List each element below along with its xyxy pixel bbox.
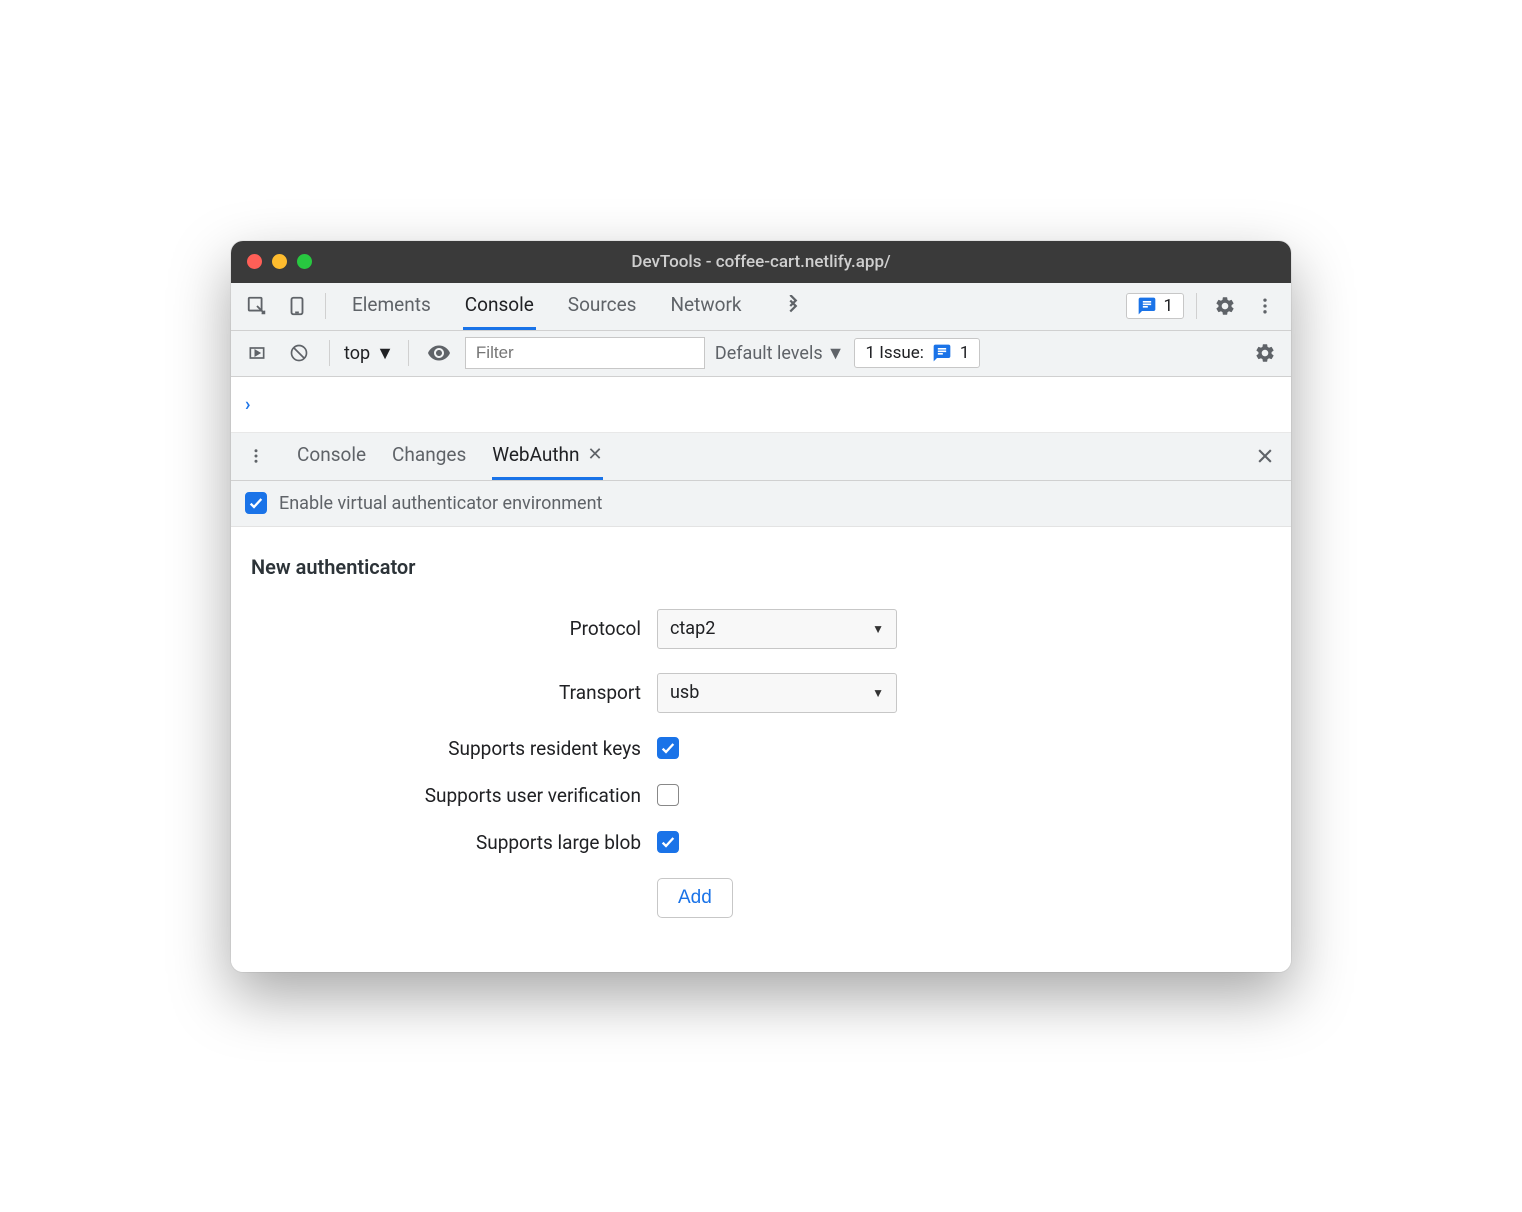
console-settings-icon[interactable]	[1249, 337, 1281, 369]
chevron-down-icon: ▼	[827, 343, 845, 364]
chat-icon	[932, 343, 952, 363]
user-verification-label: Supports user verification	[251, 784, 641, 807]
resident-keys-label: Supports resident keys	[251, 737, 641, 760]
main-toolbar: Elements Console Sources Network 1	[231, 283, 1291, 331]
large-blob-row: Supports large blob	[251, 831, 1271, 854]
separator	[408, 340, 409, 366]
chat-icon	[1137, 296, 1157, 316]
device-toolbar-icon[interactable]	[281, 290, 313, 322]
chevron-down-icon: ▼	[872, 686, 884, 700]
add-button[interactable]: Add	[657, 878, 733, 918]
traffic-lights	[247, 254, 312, 269]
panel-title: New authenticator	[251, 555, 1271, 579]
transport-select[interactable]: usb ▼	[657, 673, 897, 713]
transport-value: usb	[670, 682, 699, 703]
drawer-tab-webauthn[interactable]: WebAuthn ✕	[492, 433, 602, 480]
maximize-window-button[interactable]	[297, 254, 312, 269]
issues-badge[interactable]: 1	[1126, 293, 1184, 319]
drawer-tab-console[interactable]: Console	[297, 433, 366, 480]
large-blob-checkbox[interactable]	[657, 831, 679, 853]
protocol-select[interactable]: ctap2 ▼	[657, 609, 897, 649]
tab-elements[interactable]: Elements	[350, 283, 433, 330]
console-toolbar: top ▼ Default levels ▼ 1 Issue: 1	[231, 331, 1291, 377]
protocol-label: Protocol	[251, 617, 641, 640]
drawer-tabs: Console Changes WebAuthn ✕	[231, 433, 1291, 481]
main-tabs: Elements Console Sources Network	[338, 283, 1118, 330]
context-selector[interactable]: top ▼	[344, 343, 394, 364]
log-levels-selector[interactable]: Default levels ▼	[715, 343, 845, 364]
separator	[1196, 293, 1197, 319]
issues-counter[interactable]: 1 Issue: 1	[854, 338, 980, 368]
devtools-window: DevTools - coffee-cart.netlify.app/ Elem…	[231, 241, 1291, 972]
transport-row: Transport usb ▼	[251, 673, 1271, 713]
filter-input[interactable]	[465, 337, 705, 369]
chevron-down-icon: ▼	[376, 343, 394, 364]
console-input-row[interactable]: ›	[231, 377, 1291, 433]
execution-bar-icon[interactable]	[241, 337, 273, 369]
user-verification-row: Supports user verification	[251, 784, 1271, 807]
user-verification-checkbox[interactable]	[657, 784, 679, 806]
chevron-down-icon: ▼	[872, 622, 884, 636]
resident-keys-checkbox[interactable]	[657, 737, 679, 759]
issues-badge-count: 1	[1163, 296, 1173, 316]
resident-keys-row: Supports resident keys	[251, 737, 1271, 760]
tab-sources[interactable]: Sources	[566, 283, 639, 330]
transport-label: Transport	[251, 681, 641, 704]
titlebar: DevTools - coffee-cart.netlify.app/	[231, 241, 1291, 283]
levels-label: Default levels	[715, 343, 823, 364]
issues-counter-count: 1	[960, 343, 970, 363]
drawer-close-icon[interactable]	[1249, 440, 1281, 472]
drawer-kebab-icon[interactable]	[241, 447, 271, 465]
window-title: DevTools - coffee-cart.netlify.app/	[247, 252, 1275, 272]
minimize-window-button[interactable]	[272, 254, 287, 269]
add-row: Add	[251, 878, 1271, 918]
prompt-caret-icon: ›	[245, 394, 250, 415]
enable-virtual-auth-checkbox[interactable]	[245, 492, 267, 514]
separator	[329, 340, 330, 366]
drawer-tab-changes[interactable]: Changes	[392, 433, 466, 480]
protocol-row: Protocol ctap2 ▼	[251, 609, 1271, 649]
close-window-button[interactable]	[247, 254, 262, 269]
separator	[325, 293, 326, 319]
issues-counter-label: 1 Issue:	[865, 343, 923, 363]
enable-virtual-auth-label: Enable virtual authenticator environment	[279, 493, 602, 514]
protocol-value: ctap2	[670, 618, 715, 639]
inspect-element-icon[interactable]	[241, 290, 273, 322]
large-blob-label: Supports large blob	[251, 831, 641, 854]
drawer-tab-webauthn-label: WebAuthn	[492, 443, 579, 466]
more-tabs-button[interactable]	[774, 295, 812, 317]
live-expression-icon[interactable]	[423, 337, 455, 369]
close-icon[interactable]: ✕	[588, 444, 603, 465]
context-label: top	[344, 343, 370, 364]
tab-network[interactable]: Network	[668, 283, 743, 330]
enable-virtual-auth-row: Enable virtual authenticator environment	[231, 481, 1291, 527]
settings-icon[interactable]	[1209, 290, 1241, 322]
new-authenticator-panel: New authenticator Protocol ctap2 ▼ Trans…	[231, 527, 1291, 972]
clear-console-icon[interactable]	[283, 337, 315, 369]
kebab-menu-icon[interactable]	[1249, 290, 1281, 322]
tab-console[interactable]: Console	[463, 283, 536, 330]
